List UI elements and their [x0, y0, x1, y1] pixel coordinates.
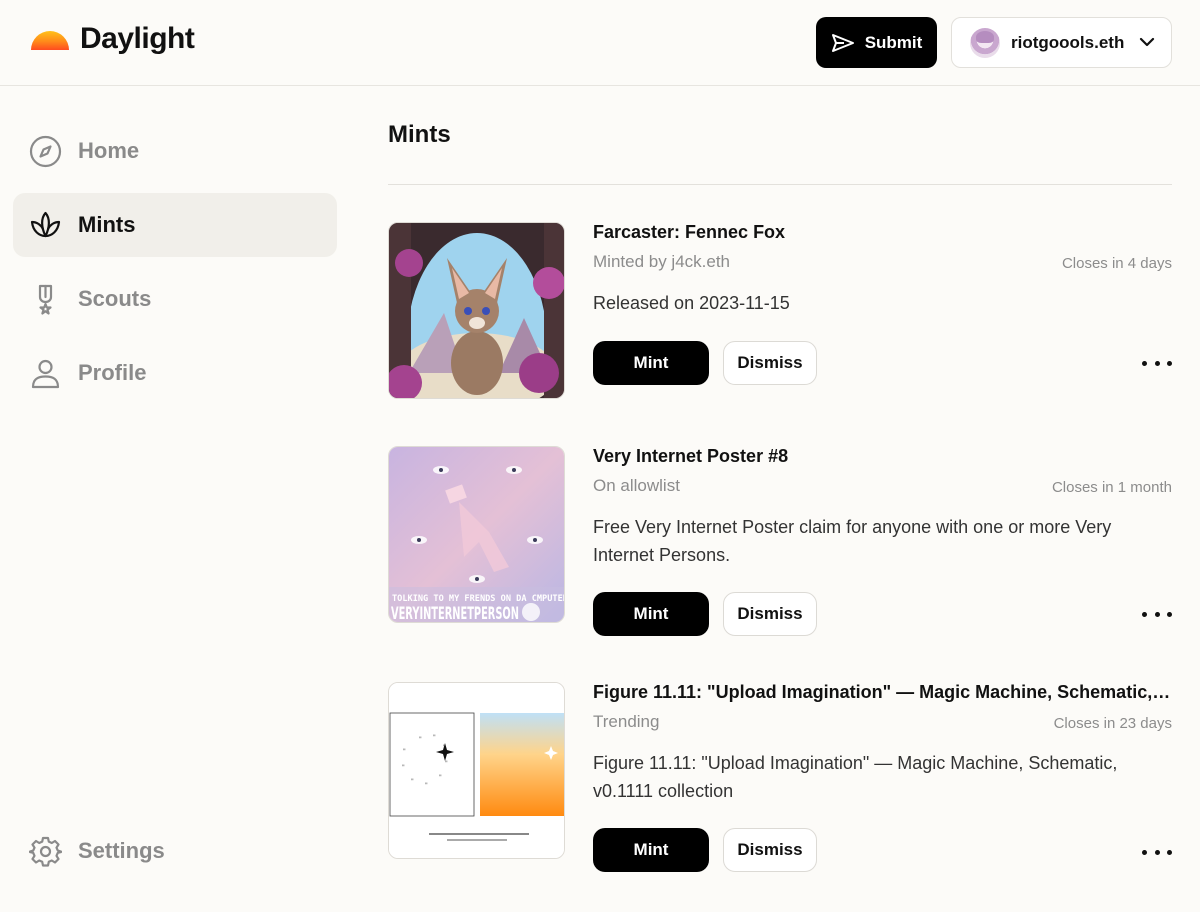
divider: [388, 184, 1172, 185]
dot-icon: [1167, 849, 1172, 855]
svg-text:": ": [433, 734, 436, 741]
top-bar: Daylight Submit riotgoools.eth: [0, 0, 1200, 86]
sidebar-item-label: Mints: [78, 212, 136, 237]
dot-icon: [1154, 849, 1160, 855]
dot-icon: [1167, 360, 1172, 366]
submit-button[interactable]: Submit: [816, 17, 937, 68]
mint-artwork-upload-imagination[interactable]: """ """ """: [388, 682, 565, 859]
medal-icon: [38, 284, 53, 315]
user-icon: [31, 359, 60, 388]
more-options-button[interactable]: [1142, 842, 1172, 862]
dismiss-button[interactable]: Dismiss: [723, 828, 817, 872]
sidebar-item-label: Scouts: [78, 286, 152, 311]
fennec-fox-artwork: [389, 223, 564, 398]
sidebar-item-label: Profile: [78, 360, 147, 385]
account-menu-button[interactable]: riotgoools.eth: [951, 17, 1172, 68]
mint-closes: Closes in 1 month: [1051, 479, 1172, 496]
dot-icon: [1167, 611, 1172, 617]
mint-title[interactable]: Very Internet Poster #8: [593, 446, 1172, 467]
send-icon: [831, 33, 854, 52]
svg-text:": ": [403, 748, 406, 755]
more-options-button[interactable]: [1142, 353, 1172, 373]
gear-icon: [29, 836, 62, 867]
sidebar-item-settings[interactable]: Settings: [13, 819, 337, 883]
page-title: Mints: [388, 121, 451, 148]
mint-card: Farcaster: Fennec Fox Minted by j4ck.eth…: [388, 222, 1172, 400]
avatar: [970, 27, 1000, 58]
submit-label: Submit: [864, 32, 923, 52]
mint-button[interactable]: Mint: [593, 592, 709, 636]
mint-subtitle: On allowlist: [593, 476, 680, 495]
svg-text:": ": [419, 736, 422, 743]
very-internet-poster-artwork: TOLKING TO MY FRENDS ON DA CMPUTER VERYI…: [389, 447, 565, 623]
mint-description: Released on 2023-11-15: [593, 293, 790, 313]
dismiss-button[interactable]: Dismiss: [723, 341, 817, 385]
app-name: Daylight: [80, 22, 195, 55]
mint-description: Figure 11.11: "Upload Imagination" — Mag…: [593, 753, 1118, 801]
dismiss-button[interactable]: Dismiss: [723, 592, 817, 636]
mint-card: """ """ """ Figure 11.11: "Upload Imagin…: [388, 682, 1172, 872]
sidebar-item-home[interactable]: Home: [13, 119, 337, 183]
mint-button[interactable]: Mint: [593, 828, 709, 872]
mint-description: Free Very Internet Poster claim for anyo…: [593, 517, 1112, 565]
dot-icon: [1154, 360, 1160, 366]
svg-text:": ": [439, 774, 442, 781]
more-options-button[interactable]: [1142, 604, 1172, 624]
mint-artwork-fennec-fox[interactable]: [388, 222, 565, 399]
dot-icon: [1142, 360, 1147, 366]
upload-imagination-artwork: """ """ """: [389, 683, 564, 858]
sidebar-item-profile[interactable]: Profile: [13, 341, 337, 405]
user-name: riotgoools.eth: [1011, 32, 1125, 52]
poster-caption: TOLKING TO MY FRENDS ON DA CMPUTER: [392, 594, 565, 604]
mint-closes: Closes in 23 days: [1053, 715, 1172, 732]
mint-closes: Closes in 4 days: [1061, 255, 1172, 272]
compass-icon: [29, 135, 62, 167]
mint-subtitle: Minted by j4ck.eth: [593, 252, 731, 271]
svg-text:": ": [425, 782, 428, 789]
mint-subtitle: Trending: [593, 712, 660, 731]
sidebar-item-scouts[interactable]: Scouts: [13, 267, 337, 331]
mint-title[interactable]: Farcaster: Fennec Fox: [593, 222, 1172, 243]
mint-artwork-very-internet-poster[interactable]: TOLKING TO MY FRENDS ON DA CMPUTER VERYI…: [388, 446, 565, 623]
dot-icon: [1154, 611, 1160, 617]
sidebar-item-label: Home: [78, 138, 140, 163]
poster-wordmark: VERYINTERNETPERSON: [391, 604, 519, 623]
svg-text:": ": [411, 778, 414, 785]
mint-title[interactable]: Figure 11.11: "Upload Imagination" — Mag…: [593, 682, 1172, 703]
mint-button[interactable]: Mint: [593, 341, 709, 385]
sidebar-item-label: Settings: [78, 838, 165, 863]
chevron-down-icon: [1139, 37, 1155, 47]
sun-logo-icon: [31, 31, 69, 50]
dot-icon: [1142, 849, 1147, 855]
svg-text:": ": [445, 760, 448, 767]
dot-icon: [1142, 611, 1147, 617]
sidebar-item-mints[interactable]: Mints: [13, 193, 337, 257]
mint-card: TOLKING TO MY FRENDS ON DA CMPUTER VERYI…: [388, 446, 1172, 636]
daylight-logo[interactable]: Daylight: [30, 22, 195, 56]
svg-text:": ": [402, 764, 405, 771]
lotus-icon: [30, 211, 61, 237]
